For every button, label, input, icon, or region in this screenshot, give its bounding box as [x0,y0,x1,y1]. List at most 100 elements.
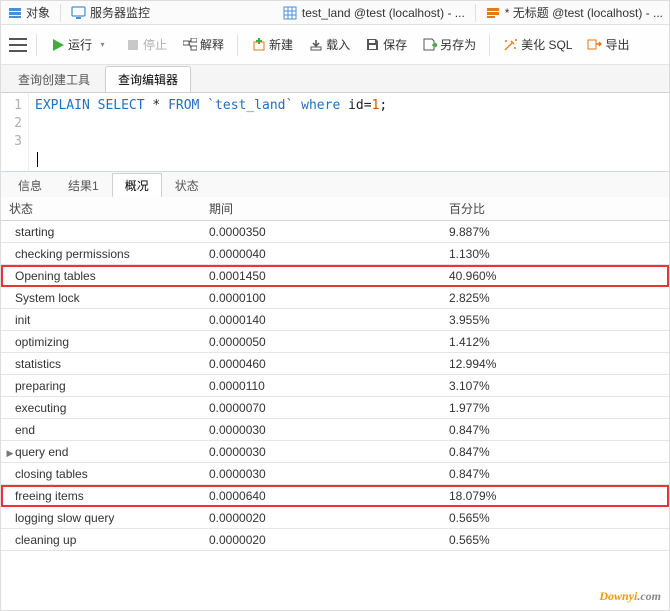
cell-percent: 0.847% [441,419,669,441]
cell-percent: 2.825% [441,287,669,309]
play-icon [50,37,65,52]
cell-status: statistics [15,357,61,371]
save-icon [365,37,380,52]
grid-icon [283,5,298,20]
stop-label: 停止 [143,36,167,53]
cell-duration: 0.0000030 [201,419,441,441]
cell-percent: 3.955% [441,309,669,331]
cell-percent: 1.130% [441,243,669,265]
cell-duration: 0.0000040 [201,243,441,265]
save-as-label: 另存为 [440,36,476,53]
table-row[interactable]: ▶preparing0.00001103.107% [1,375,669,397]
cell-status: init [15,313,30,327]
cell-duration: 0.0000350 [201,221,441,243]
new-icon [251,37,266,52]
objects-label: 对象 [26,4,50,21]
export-label: 导出 [605,36,629,53]
cell-status: Opening tables [15,269,96,283]
cell-duration: 0.0000030 [201,441,441,463]
table-row[interactable]: ▶starting0.00003509.887% [1,221,669,243]
stop-button[interactable]: 停止 [119,32,173,57]
cell-percent: 0.565% [441,507,669,529]
run-button[interactable]: 运行 ▾ [44,32,116,57]
table-row[interactable]: ▶freeing items0.000064018.079% [1,485,669,507]
tab-status[interactable]: 状态 [162,173,212,197]
cell-duration: 0.0000030 [201,463,441,485]
cell-duration: 0.0000640 [201,485,441,507]
explain-icon [182,37,197,52]
line-gutter: 1 2 3 [1,93,29,171]
tab-test-land[interactable]: test_land @test (localhost) - ... [283,5,465,20]
beautify-icon [503,37,518,52]
tab-profile[interactable]: 概况 [112,173,162,197]
col-header-percent[interactable]: 百分比 [441,197,669,221]
table-row[interactable]: ▶end0.00000300.847% [1,419,669,441]
col-header-duration[interactable]: 期间 [201,197,441,221]
cell-percent: 1.977% [441,397,669,419]
cell-percent: 9.887% [441,221,669,243]
top-tab-strip: 对象 服务器监控 test_land @test (localhost) - .… [1,1,669,25]
cell-percent: 3.107% [441,375,669,397]
save-as-button[interactable]: 另存为 [416,32,482,57]
cell-duration: 0.0000020 [201,507,441,529]
beautify-sql-button[interactable]: 美化 SQL [497,32,578,57]
objects-item[interactable]: 对象 [7,4,50,21]
tab-untitled[interactable]: * 无标题 @test (localhost) - ... [486,4,663,21]
save-as-icon [422,37,437,52]
cell-duration: 0.0000020 [201,529,441,551]
expand-icon[interactable]: ▶ [5,448,15,459]
table-row[interactable]: ▶cleaning up0.00000200.565% [1,529,669,551]
table-row[interactable]: ▶statistics0.000046012.994% [1,353,669,375]
menu-hamburger-icon[interactable] [7,36,29,54]
tab-result1[interactable]: 结果1 [55,173,112,197]
text-cursor [37,152,38,167]
cell-status: preparing [15,379,66,393]
cell-duration: 0.0000110 [201,375,441,397]
table-row[interactable]: ▶init0.00001403.955% [1,309,669,331]
cell-duration: 0.0000070 [201,397,441,419]
tab-query-editor[interactable]: 查询编辑器 [105,66,191,92]
table-row[interactable]: ▶executing0.00000701.977% [1,397,669,419]
run-label: 运行 [68,36,92,53]
editor-tab-strip: 查询创建工具 查询编辑器 [1,65,669,93]
cell-status: System lock [15,291,80,305]
save-button[interactable]: 保存 [359,32,413,57]
cell-status: checking permissions [15,247,130,261]
table-row[interactable]: ▶query end0.00000300.847% [1,441,669,463]
table-row[interactable]: ▶closing tables0.00000300.847% [1,463,669,485]
new-button[interactable]: 新建 [245,32,299,57]
table-row[interactable]: ▶System lock0.00001002.825% [1,287,669,309]
server-monitor-item[interactable]: 服务器监控 [71,4,150,21]
cell-status: end [15,423,35,437]
table-row[interactable]: ▶logging slow query0.00000200.565% [1,507,669,529]
load-button[interactable]: 载入 [302,32,356,57]
col-header-status[interactable]: 状态 [1,197,201,221]
explain-button[interactable]: 解释 [176,32,230,57]
table-row[interactable]: ▶Opening tables0.000145040.960% [1,265,669,287]
cell-status: logging slow query [15,511,114,525]
result-grid[interactable]: 状态 期间 百分比 ▶starting0.00003509.887%▶check… [1,197,669,564]
cell-duration: 0.0000050 [201,331,441,353]
load-icon [308,37,323,52]
tab-query-builder[interactable]: 查询创建工具 [5,66,103,92]
code-editor[interactable]: 1 2 3 EXPLAIN SELECT * FROM `test_land` … [1,93,669,171]
export-button[interactable]: 导出 [581,32,635,57]
tab-info[interactable]: 信息 [5,173,55,197]
code-area[interactable]: EXPLAIN SELECT * FROM `test_land` where … [29,93,393,171]
table-row[interactable]: ▶optimizing0.00000501.412% [1,331,669,353]
cell-status: executing [15,401,66,415]
cell-duration: 0.0000140 [201,309,441,331]
cell-duration: 0.0000100 [201,287,441,309]
cell-percent: 0.565% [441,529,669,551]
objects-icon [7,5,22,20]
cell-status: starting [15,225,54,239]
cell-percent: 0.847% [441,463,669,485]
cell-status: query end [15,445,68,459]
load-label: 载入 [326,36,350,53]
stop-icon [125,37,140,52]
cell-status: closing tables [15,467,88,481]
main-toolbar: 运行 ▾ 停止 解释 新建 载入 保存 另存为 美化 SQL 导出 [1,25,669,65]
cell-percent: 40.960% [441,265,669,287]
save-label: 保存 [383,36,407,53]
table-row[interactable]: ▶checking permissions0.00000401.130% [1,243,669,265]
